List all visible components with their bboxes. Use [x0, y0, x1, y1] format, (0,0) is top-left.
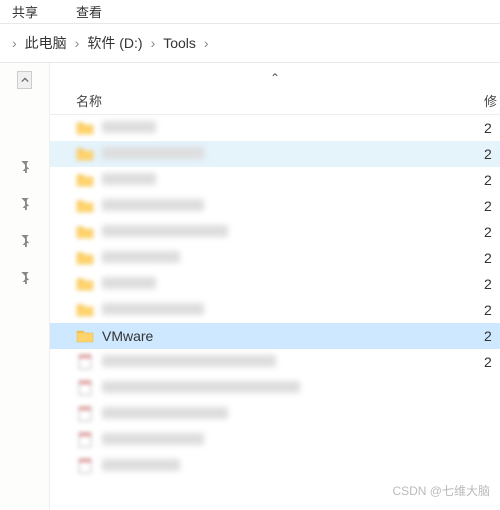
ribbon-tabs: 共享 查看 — [0, 0, 500, 24]
file-icon — [76, 458, 94, 474]
breadcrumb-item[interactable]: 此电脑 — [23, 32, 69, 54]
file-row[interactable]: 2 — [50, 219, 500, 245]
row-label — [102, 250, 484, 266]
chevron-right-icon: › — [73, 35, 82, 51]
file-icon — [76, 354, 94, 370]
scroll-up-button[interactable] — [17, 71, 32, 89]
row-label — [102, 406, 484, 422]
file-icon — [76, 380, 94, 396]
file-row[interactable] — [50, 401, 500, 427]
row-date: 2 — [484, 354, 500, 370]
file-row[interactable]: 2 — [50, 167, 500, 193]
file-row[interactable]: 2 — [50, 271, 500, 297]
file-row[interactable]: 2 — [50, 115, 500, 141]
file-row[interactable]: 2 — [50, 193, 500, 219]
pin-icon[interactable] — [18, 196, 32, 213]
pin-icon[interactable] — [18, 270, 32, 287]
row-label — [102, 198, 484, 214]
row-date: 2 — [484, 120, 500, 136]
nav-sidebar — [0, 63, 50, 510]
breadcrumb[interactable]: › 此电脑 › 软件 (D:) › Tools › — [0, 24, 500, 63]
tab-view[interactable]: 查看 — [72, 2, 106, 21]
main-area: ⌃ 名称 修 22222222VMware22 — [0, 63, 500, 510]
file-row-vmware[interactable]: VMware2 — [50, 323, 500, 349]
file-row[interactable] — [50, 453, 500, 479]
column-headers: 名称 修 — [50, 87, 500, 115]
folder-icon — [76, 276, 94, 292]
file-row[interactable]: 2 — [50, 297, 500, 323]
chevron-right-icon: › — [202, 35, 211, 51]
row-date: 2 — [484, 224, 500, 240]
row-label — [102, 146, 484, 162]
row-date: 2 — [484, 276, 500, 292]
sort-indicator-icon[interactable]: ⌃ — [50, 71, 500, 87]
folder-icon — [76, 120, 94, 136]
file-row[interactable]: 2 — [50, 245, 500, 271]
breadcrumb-item[interactable]: 软件 (D:) — [85, 32, 144, 54]
row-date: 2 — [484, 302, 500, 318]
file-icon — [76, 432, 94, 448]
file-rows: 22222222VMware22 — [50, 115, 500, 479]
row-date: 2 — [484, 250, 500, 266]
chevron-right-icon: › — [149, 35, 158, 51]
folder-icon — [76, 328, 94, 344]
folder-icon — [76, 302, 94, 318]
row-label — [102, 120, 484, 136]
column-name-header[interactable]: 名称 — [76, 91, 484, 110]
row-date: 2 — [484, 172, 500, 188]
row-label — [102, 172, 484, 188]
folder-icon — [76, 224, 94, 240]
row-label — [102, 380, 484, 396]
file-row[interactable]: 2 — [50, 349, 500, 375]
tab-share[interactable]: 共享 — [8, 2, 42, 21]
chevron-right-icon: › — [10, 35, 19, 51]
column-modified-header[interactable]: 修 — [484, 91, 500, 110]
file-icon — [76, 406, 94, 422]
row-label — [102, 224, 484, 240]
file-row[interactable] — [50, 427, 500, 453]
file-row[interactable] — [50, 375, 500, 401]
row-label — [102, 458, 484, 474]
folder-icon — [76, 250, 94, 266]
file-list-panel: ⌃ 名称 修 22222222VMware22 — [50, 63, 500, 510]
file-row[interactable]: 2 — [50, 141, 500, 167]
row-date: 2 — [484, 198, 500, 214]
row-label — [102, 302, 484, 318]
pin-icon[interactable] — [18, 159, 32, 176]
pin-icon[interactable] — [18, 233, 32, 250]
row-label — [102, 432, 484, 448]
row-date: 2 — [484, 328, 500, 344]
folder-icon — [76, 172, 94, 188]
row-label: VMware — [102, 328, 484, 344]
folder-icon — [76, 198, 94, 214]
row-label — [102, 276, 484, 292]
row-label — [102, 354, 484, 370]
breadcrumb-item[interactable]: Tools — [161, 34, 198, 52]
folder-icon — [76, 146, 94, 162]
row-date: 2 — [484, 146, 500, 162]
